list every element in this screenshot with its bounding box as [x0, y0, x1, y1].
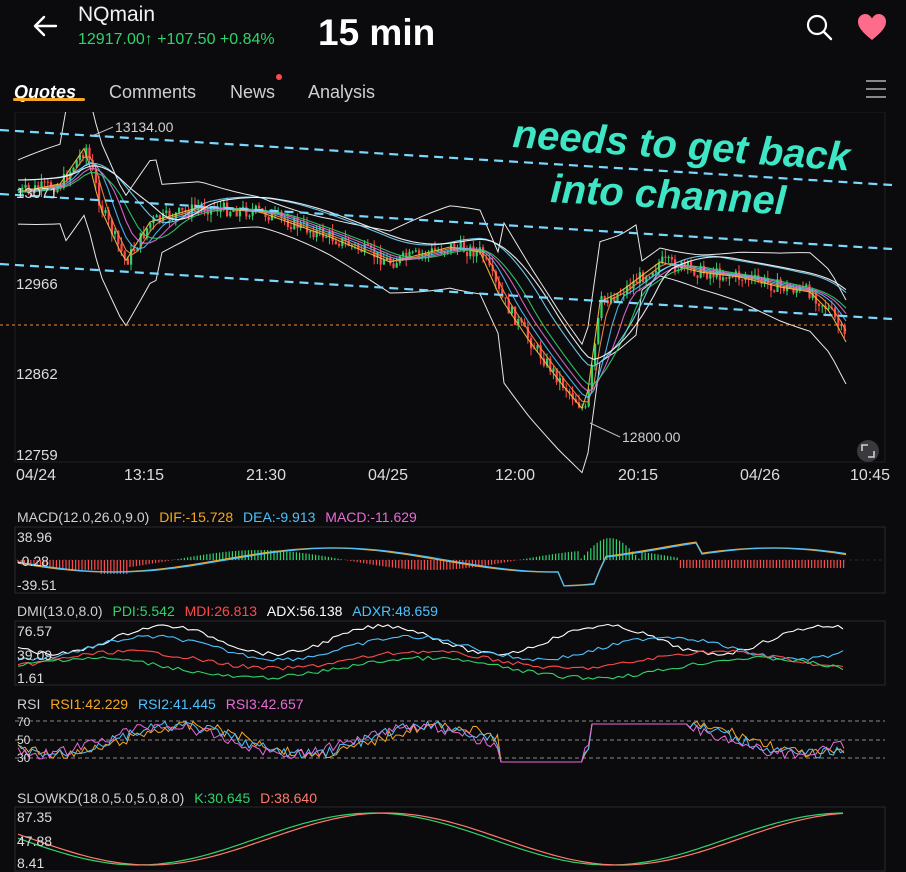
tab-bar: Quotes Comments News Analysis [0, 78, 906, 110]
price-change: 12917.00↑ +107.50 +0.84% [78, 31, 275, 48]
x-tick-3: 04/25 [368, 467, 408, 484]
menu-icon[interactable] [864, 78, 888, 100]
timeframe-label: 15 min [318, 12, 436, 53]
rsi-lines [17, 720, 845, 763]
low-price-label: 12800.00 [622, 429, 681, 445]
heart-icon[interactable] [856, 12, 888, 42]
macd-histogram [17, 538, 845, 574]
rsi-chart[interactable]: 70 50 30 [0, 714, 906, 776]
slowkd-chart[interactable]: 87.35 47.88 8.41 [0, 806, 906, 872]
dmi-chart[interactable]: 76.57 39.09 1.61 [0, 620, 906, 688]
slowkd-lines [17, 812, 844, 866]
dmi-axis-bottom: 1.61 [17, 670, 44, 686]
dmi-axis-top: 76.57 [17, 623, 52, 639]
x-tick-1: 13:15 [124, 467, 164, 484]
rsi-axis-30: 30 [17, 751, 31, 765]
tab-news[interactable]: News [230, 82, 275, 103]
y-tick-2: 12966 [16, 276, 58, 293]
main-chart[interactable]: 13071 12966 12862 12759 13134.00 12800.0… [0, 112, 906, 492]
macd-axis-bottom: -39.51 [17, 577, 57, 593]
rsi-axis-70: 70 [17, 715, 31, 729]
macd-axis-mid: -0.28 [17, 553, 49, 569]
x-tick-6: 04/26 [740, 467, 780, 484]
macd-chart[interactable]: 38.96 -0.28 -39.51 [0, 526, 906, 596]
x-tick-7: 10:45 [850, 467, 890, 484]
macd-legend: MACD(12.0,26.0,9.0) DIF:-15.728 DEA:-9.9… [17, 509, 417, 525]
symbol-name: NQmain [78, 3, 156, 26]
news-badge-dot [276, 74, 282, 80]
y-tick-1: 13071 [16, 185, 58, 202]
x-tick-2: 21:30 [246, 467, 286, 484]
x-axis-ticks: 04/24 13:15 21:30 04/25 12:00 20:15 04/26 10:45 [16, 467, 890, 484]
dmi-legend: DMI(13.0,8.0) PDI:5.542 MDI:26.813 ADX:5… [17, 603, 438, 619]
tab-comments[interactable]: Comments [109, 82, 196, 103]
kd-axis-mid: 47.88 [17, 833, 52, 849]
low-price-pointer [589, 422, 621, 438]
high-price-label: 13134.00 [115, 119, 174, 135]
kd-axis-top: 87.35 [17, 809, 52, 825]
search-icon[interactable] [804, 12, 834, 42]
high-price-pointer [91, 126, 114, 137]
rsi-legend: RSI RSI1:42.229 RSI2:41.445 RSI3:42.657 [17, 696, 304, 712]
y-tick-4: 12759 [16, 447, 58, 464]
slowkd-legend: SLOWKD(18.0,5.0,5.0,8.0) K:30.645 D:38.6… [17, 790, 317, 806]
x-tick-4: 12:00 [495, 467, 535, 484]
dmi-lines [17, 623, 844, 681]
tab-analysis[interactable]: Analysis [308, 82, 375, 103]
kd-axis-bottom: 8.41 [17, 855, 44, 871]
y-tick-3: 12862 [16, 366, 58, 383]
expand-icon[interactable] [857, 440, 879, 462]
back-arrow-icon[interactable] [30, 10, 62, 42]
active-tab-indicator [13, 98, 85, 101]
macd-axis-top: 38.96 [17, 529, 52, 545]
x-tick-0: 04/24 [16, 467, 56, 484]
dmi-axis-mid: 39.09 [17, 647, 52, 663]
rsi-axis-50: 50 [17, 733, 31, 747]
x-tick-5: 20:15 [618, 467, 658, 484]
